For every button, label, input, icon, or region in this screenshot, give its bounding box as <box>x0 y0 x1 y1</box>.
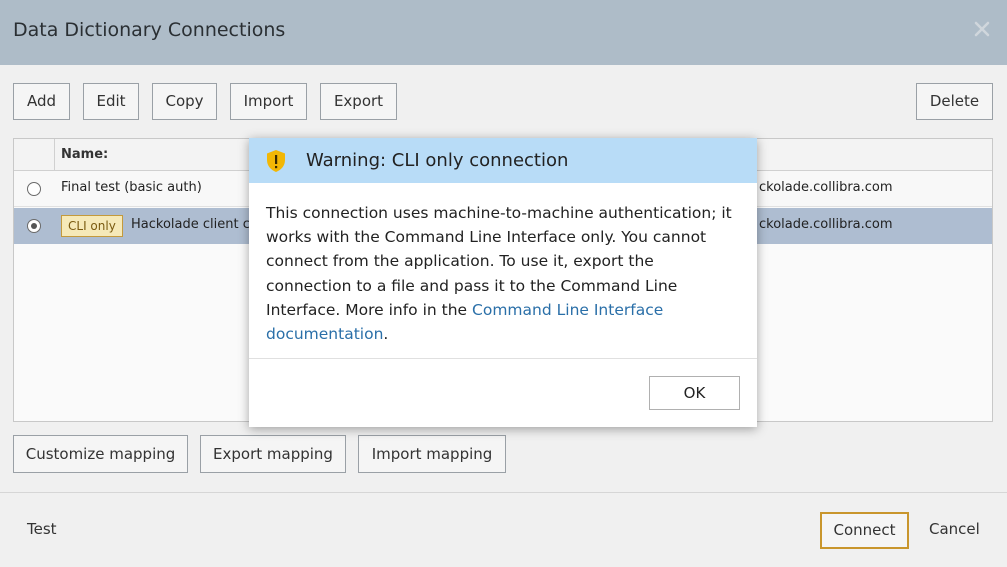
row-name: Hackolade client cr <box>131 217 256 232</box>
test-button[interactable]: Test <box>27 520 57 538</box>
window-title: Data Dictionary Connections <box>13 19 286 41</box>
export-mapping-button[interactable]: Export mapping <box>200 435 346 473</box>
add-button[interactable]: Add <box>13 83 70 120</box>
modal-body: This connection uses machine-to-machine … <box>266 201 744 346</box>
modal-header: Warning: CLI only connection <box>249 138 757 183</box>
import-button[interactable]: Import <box>230 83 307 120</box>
edit-button[interactable]: Edit <box>83 83 139 120</box>
warning-shield-icon <box>267 150 285 172</box>
customize-mapping-button[interactable]: Customize mapping <box>13 435 188 473</box>
warning-modal: Warning: CLI only connection This connec… <box>249 138 757 427</box>
row-host: ckolade.collibra.com <box>759 180 893 195</box>
cli-only-badge: CLI only <box>61 215 123 237</box>
modal-divider <box>249 358 757 359</box>
ok-button[interactable]: OK <box>649 376 740 410</box>
import-mapping-button[interactable]: Import mapping <box>358 435 506 473</box>
footer-divider <box>0 492 1007 493</box>
grid-header-name: Name: <box>61 147 109 162</box>
row-host: ckolade.collibra.com <box>759 217 893 232</box>
row-radio-selected[interactable] <box>27 219 41 233</box>
connect-button[interactable]: Connect <box>820 512 909 549</box>
window-titlebar: Data Dictionary Connections <box>0 0 1007 65</box>
row-name: Final test (basic auth) <box>61 180 202 195</box>
modal-body-end: . <box>383 325 389 344</box>
export-button[interactable]: Export <box>320 83 397 120</box>
grid-header-separator <box>54 139 55 171</box>
delete-button[interactable]: Delete <box>916 83 993 120</box>
close-icon[interactable] <box>971 18 993 40</box>
copy-button[interactable]: Copy <box>152 83 217 120</box>
modal-title: Warning: CLI only connection <box>306 150 569 171</box>
cancel-button[interactable]: Cancel <box>929 520 980 538</box>
row-radio[interactable] <box>27 182 41 196</box>
